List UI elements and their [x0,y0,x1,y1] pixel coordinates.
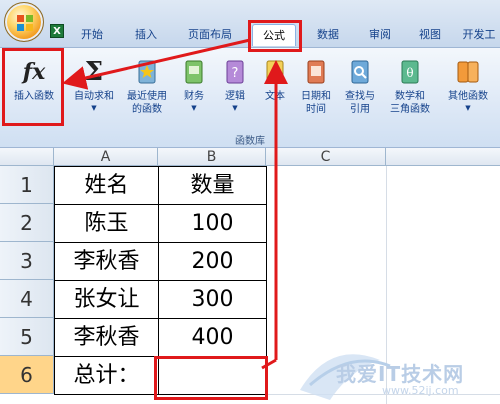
watermark: 我爱IT技术网 www.52ij.com [290,330,500,404]
arrow-to-insert-function [62,38,251,90]
arrow-connector [261,358,277,370]
watermark-url: www.52ij.com [382,384,459,397]
watermark-text: 我爱IT技术网 [336,362,465,386]
